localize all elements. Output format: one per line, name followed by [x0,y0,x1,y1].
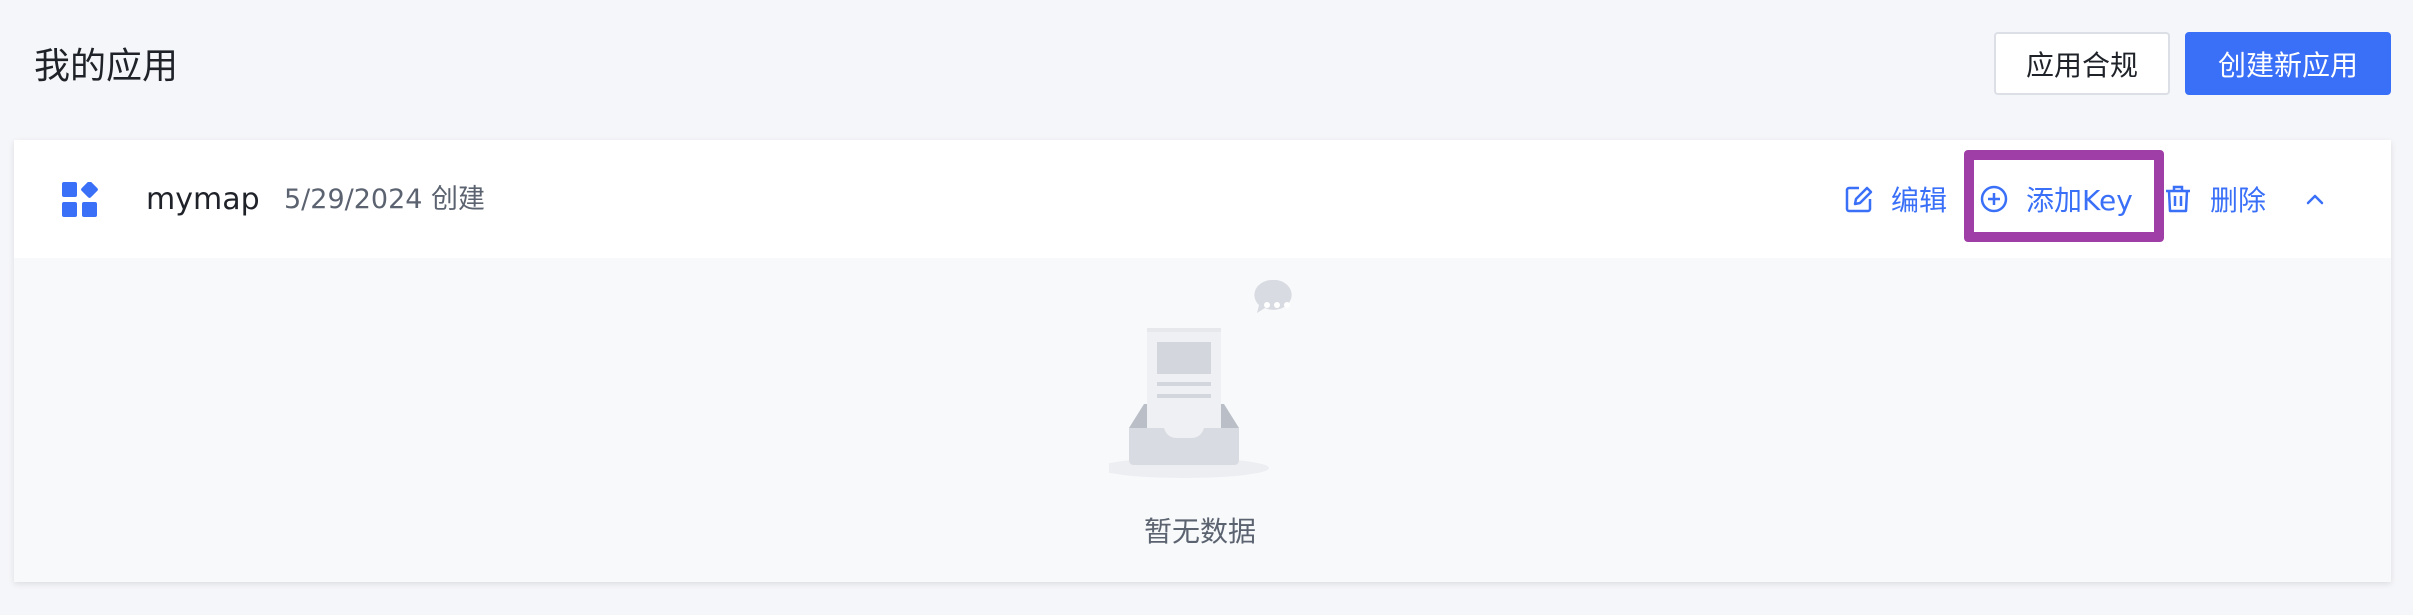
chevron-up-icon[interactable] [2300,184,2330,214]
app-created-date: 5/29/2024 创建 [284,184,486,215]
add-key-label: 添加Key [2026,184,2133,217]
delete-label: 删除 [2210,184,2267,217]
app-compliance-button[interactable]: 应用合规 [1994,32,2170,95]
app-grid-icon [62,181,98,218]
edit-label: 编辑 [1891,184,1948,217]
plus-circle-icon [1980,185,2008,213]
create-app-button[interactable]: 创建新应用 [2185,32,2391,95]
edit-icon [1845,185,1873,213]
add-key-button[interactable]: 添加Key [1980,174,2133,224]
edit-button[interactable]: 编辑 [1845,174,1947,224]
empty-state-text: 暂无数据 [1144,515,1257,548]
trash-icon [2164,184,2192,214]
empty-inbox-icon [1099,279,1349,480]
page-title: 我的应用 [34,46,179,87]
app-card-header: mymap 5/29/2024 创建 编辑 添加Key 删除 [14,140,2391,258]
delete-button[interactable]: 删除 [2164,174,2266,224]
app-card: mymap 5/29/2024 创建 编辑 添加Key 删除 暂无数据 [14,140,2391,582]
app-name: mymap [146,182,260,217]
